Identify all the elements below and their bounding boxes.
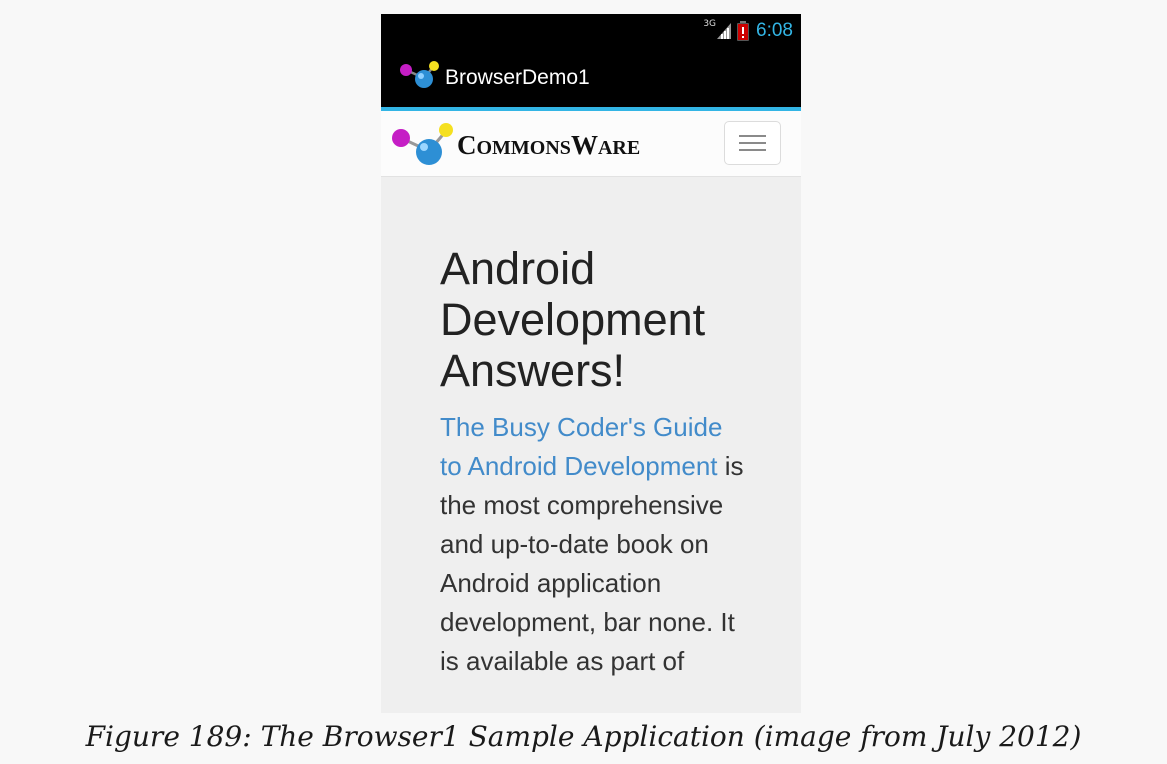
book-link[interactable]: The Busy Coder's Guide to Android Develo… (440, 412, 722, 481)
app-title: BrowserDemo1 (445, 66, 590, 89)
page-headline: Android Development Answers! (440, 243, 750, 396)
phone-screen: 3G 6:08 BrowserDemo1 COMMONSWARE Android… (381, 14, 801, 713)
status-bar: 3G 6:08 (381, 14, 801, 48)
status-icons: 3G 6:08 (703, 19, 793, 43)
network-type-label: 3G (703, 19, 717, 29)
action-bar: BrowserDemo1 (381, 48, 801, 111)
headline-line: Development (440, 294, 706, 345)
intro-text: is the most comprehensive and up-to-date… (440, 451, 744, 676)
brand-name[interactable]: COMMONSWARE (457, 121, 640, 174)
hamburger-icon-bar (739, 149, 766, 151)
figure-caption: Figure 189: The Browser1 Sample Applicat… (85, 720, 1082, 753)
commonsware-logo-icon[interactable] (389, 121, 455, 167)
status-clock: 6:08 (756, 20, 793, 41)
site-navbar: COMMONSWARE (381, 111, 801, 177)
headline-line: Android (440, 243, 596, 294)
headline-line: Answers! (440, 345, 626, 396)
battery-low-icon (737, 21, 750, 41)
intro-paragraph: The Busy Coder's Guide to Android Develo… (440, 408, 750, 681)
menu-toggle-button[interactable] (724, 121, 781, 165)
app-molecule-icon[interactable] (398, 60, 440, 90)
page-content: Android Development Answers! The Busy Co… (440, 243, 750, 681)
hamburger-icon (739, 135, 766, 137)
hamburger-icon-bar (739, 142, 766, 144)
signal-icon (717, 23, 732, 39)
